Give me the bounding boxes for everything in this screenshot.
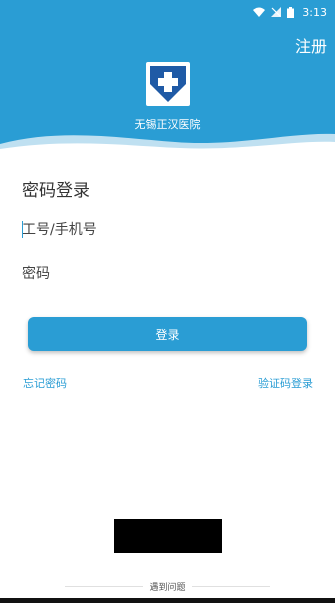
redacted-block [114,519,222,553]
signal-icon [271,7,282,17]
register-link[interactable]: 注册 [295,33,327,57]
bottom-edge [0,598,335,603]
password-input[interactable] [22,259,312,289]
divider [191,585,270,587]
forgot-password-link[interactable]: 忘记密码 [23,375,67,391]
help-link[interactable]: 遇到问题 [149,580,185,593]
hospital-cross-icon [150,66,186,102]
hospital-name: 无锡正汉医院 [134,118,201,131]
login-button[interactable]: 登录 [28,317,307,351]
divider [65,585,144,587]
account-input[interactable] [22,215,312,245]
status-time: 3:13 [302,5,327,19]
text-cursor [22,221,23,238]
hospital-logo [146,62,190,106]
battery-icon [287,6,295,18]
status-bar: 3:13 [0,0,335,24]
header: 3:13 注册 无锡正汉医院 [0,0,335,160]
sms-login-link[interactable]: 验证码登录 [258,375,313,391]
help-section: 遇到问题 [0,578,335,594]
form-title: 密码登录 [22,181,90,201]
wifi-icon [253,7,266,17]
